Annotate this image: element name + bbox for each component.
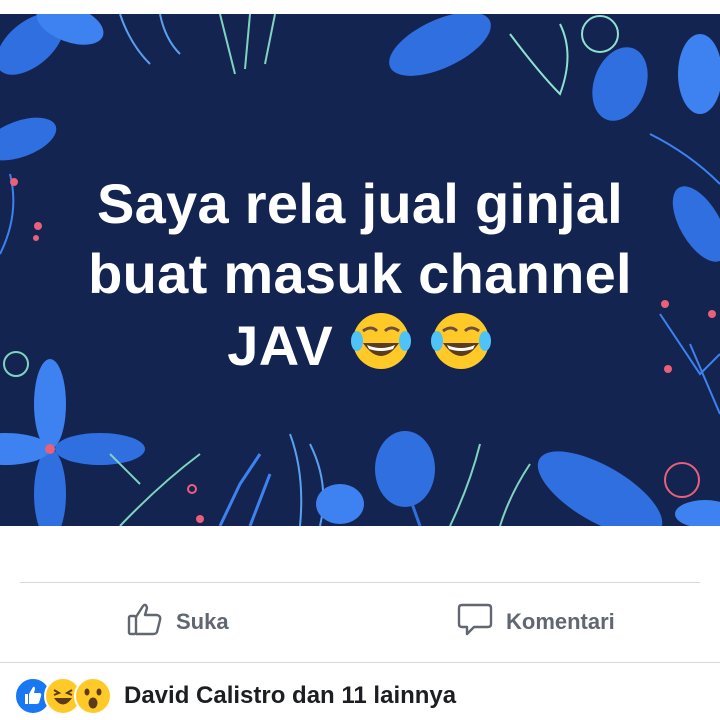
post-text: Saya rela jual ginjal buat masuk channel…: [40, 169, 680, 389]
reactions-summary[interactable]: David Calistro dan 11 lainnya: [14, 676, 456, 716]
thumbs-up-icon: [126, 600, 164, 644]
wow-reaction-icon: [74, 677, 112, 715]
reaction-names[interactable]: David Calistro dan 11 lainnya: [124, 682, 456, 710]
like-button[interactable]: Suka: [126, 600, 229, 644]
post-text-line-3: JAV: [40, 309, 680, 389]
divider: [20, 582, 700, 583]
post-text-line-1: Saya rela jual ginjal: [96, 172, 624, 235]
tears-of-joy-icon: [349, 309, 413, 389]
post-text-line-3-word: JAV: [227, 314, 333, 377]
tears-of-joy-icon: [429, 309, 493, 389]
comment-label: Komentari: [506, 609, 615, 634]
divider: [0, 662, 720, 663]
post-text-line-2: buat masuk channel: [88, 242, 632, 305]
like-label: Suka: [176, 609, 229, 634]
post-image[interactable]: Saya rela jual ginjal buat masuk channel…: [0, 14, 720, 526]
comment-bubble-icon: [456, 600, 494, 644]
comment-button[interactable]: Komentari: [456, 600, 615, 644]
